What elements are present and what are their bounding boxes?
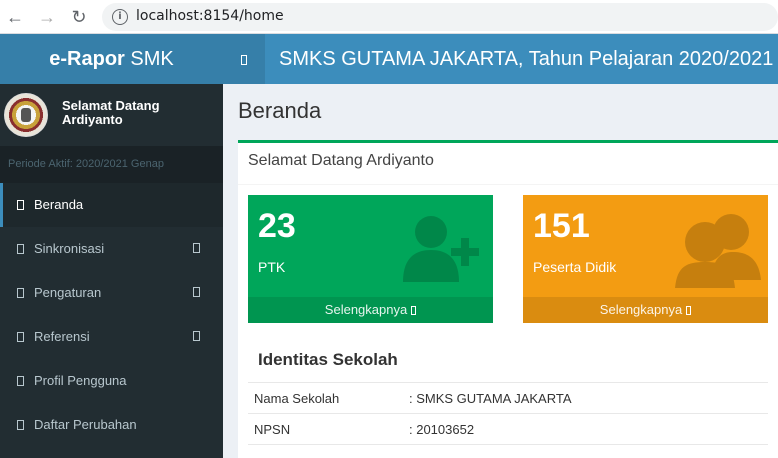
school-logo-avatar bbox=[4, 93, 48, 137]
row-value: : 20103652 bbox=[409, 422, 475, 437]
sidebar-item-referensi[interactable]: Referensi bbox=[0, 315, 223, 359]
users-icon bbox=[675, 214, 761, 288]
user-plus-icon bbox=[403, 216, 479, 282]
user-panel: Selamat Datang Ardiyanto bbox=[0, 84, 223, 146]
main-content: Beranda Selamat Datang Ardiyanto 23 PTK … bbox=[223, 84, 778, 458]
logo-text: SMK bbox=[124, 48, 174, 70]
identitas-table: Nama Sekolah : SMKS GUTAMA JAKARTA NPSN … bbox=[248, 382, 768, 445]
sidebar-item-label: Pengaturan bbox=[34, 285, 102, 300]
file-icon bbox=[17, 420, 24, 430]
arrow-circle-right-icon bbox=[686, 306, 692, 315]
sidebar-menu: Beranda Sinkronisasi Pengaturan Referens… bbox=[0, 183, 223, 447]
sidebar: Selamat Datang Ardiyanto Periode Aktif: … bbox=[0, 84, 223, 458]
arrow-circle-right-icon bbox=[411, 306, 417, 315]
sidebar-item-daftar-perubahan[interactable]: Daftar Perubahan bbox=[0, 403, 223, 447]
sidebar-item-pengaturan[interactable]: Pengaturan bbox=[0, 271, 223, 315]
reload-icon[interactable]: ↻ bbox=[67, 5, 91, 29]
stat-label: PTK bbox=[258, 259, 286, 275]
table-row: NPSN : 20103652 bbox=[248, 414, 768, 445]
chevron-left-icon bbox=[193, 331, 200, 341]
address-bar[interactable]: i localhost:8154/home bbox=[102, 3, 778, 31]
menu-toggle-icon bbox=[241, 54, 247, 65]
page-title: Beranda bbox=[238, 98, 322, 123]
sidebar-item-label: Daftar Perubahan bbox=[34, 417, 137, 432]
list-icon bbox=[17, 332, 24, 342]
welcome-box: Selamat Datang Ardiyanto 23 PTK Selengka… bbox=[238, 140, 778, 458]
chevron-left-icon bbox=[193, 287, 200, 297]
identitas-heading: Identitas Sekolah bbox=[258, 350, 398, 369]
sidebar-item-label: Referensi bbox=[34, 329, 90, 344]
forward-arrow-icon[interactable]: → bbox=[35, 5, 59, 29]
sidebar-item-label: Beranda bbox=[34, 197, 84, 212]
sidebar-item-sinkronisasi[interactable]: Sinkronisasi bbox=[0, 227, 223, 271]
more-info-label: Selengkapnya bbox=[599, 302, 683, 317]
divider bbox=[238, 184, 778, 185]
user-icon bbox=[17, 376, 24, 386]
app-logo[interactable]: e-Rapor SMK bbox=[0, 34, 223, 84]
sync-icon bbox=[17, 244, 24, 254]
row-value: : SMKS GUTAMA JAKARTA bbox=[409, 391, 572, 406]
url-text[interactable]: localhost:8154/home bbox=[136, 8, 284, 24]
home-icon bbox=[17, 200, 24, 210]
gear-icon bbox=[17, 288, 24, 298]
row-key: NPSN bbox=[254, 422, 291, 437]
logo-bold-text: e-Rapor bbox=[49, 48, 125, 70]
info-icon[interactable]: i bbox=[112, 9, 128, 25]
box-title: Selamat Datang Ardiyanto bbox=[248, 152, 434, 169]
active-period: Periode Aktif: 2020/2021 Genap bbox=[0, 146, 223, 183]
back-arrow-icon[interactable]: ← bbox=[3, 5, 27, 29]
more-info-link[interactable]: Selengkapnya bbox=[523, 297, 768, 323]
sidebar-toggle-button[interactable] bbox=[223, 34, 265, 84]
sidebar-item-label: Profil Pengguna bbox=[34, 373, 127, 388]
sidebar-item-profil-pengguna[interactable]: Profil Pengguna bbox=[0, 359, 223, 403]
more-info-label: Selengkapnya bbox=[324, 302, 408, 317]
stat-label: Peserta Didik bbox=[533, 259, 617, 275]
browser-toolbar: ← → ↻ i localhost:8154/home bbox=[0, 0, 778, 34]
school-title: SMKS GUTAMA JAKARTA, Tahun Pelajaran 202… bbox=[279, 48, 774, 70]
row-key: Nama Sekolah bbox=[254, 391, 340, 406]
stat-number: 23 bbox=[258, 207, 296, 245]
stat-number: 151 bbox=[533, 207, 590, 245]
chevron-left-icon bbox=[193, 243, 200, 253]
stat-card-ptk: 23 PTK Selengkapnya bbox=[248, 195, 493, 323]
stat-card-peserta-didik: 151 Peserta Didik Selengkapnya bbox=[523, 195, 768, 323]
sidebar-item-beranda[interactable]: Beranda bbox=[0, 183, 223, 227]
sidebar-item-label: Sinkronisasi bbox=[34, 241, 105, 256]
more-info-link[interactable]: Selengkapnya bbox=[248, 297, 493, 323]
top-navbar: SMKS GUTAMA JAKARTA, Tahun Pelajaran 202… bbox=[223, 34, 778, 84]
welcome-text: Selamat Datang Ardiyanto bbox=[62, 98, 160, 127]
table-row: Nama Sekolah : SMKS GUTAMA JAKARTA bbox=[248, 383, 768, 414]
